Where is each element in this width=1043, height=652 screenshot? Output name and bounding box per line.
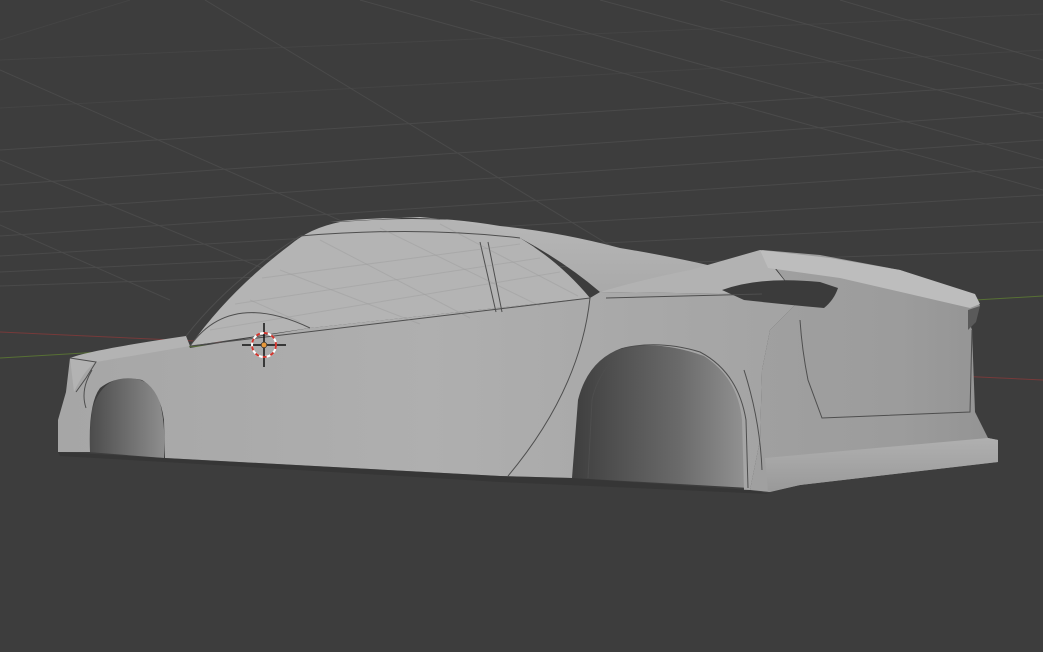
car-body-mesh[interactable] [58, 217, 998, 494]
3d-viewport[interactable] [0, 0, 1043, 652]
front-wheel-well [88, 377, 165, 458]
viewport-canvas[interactable] [0, 0, 1043, 652]
